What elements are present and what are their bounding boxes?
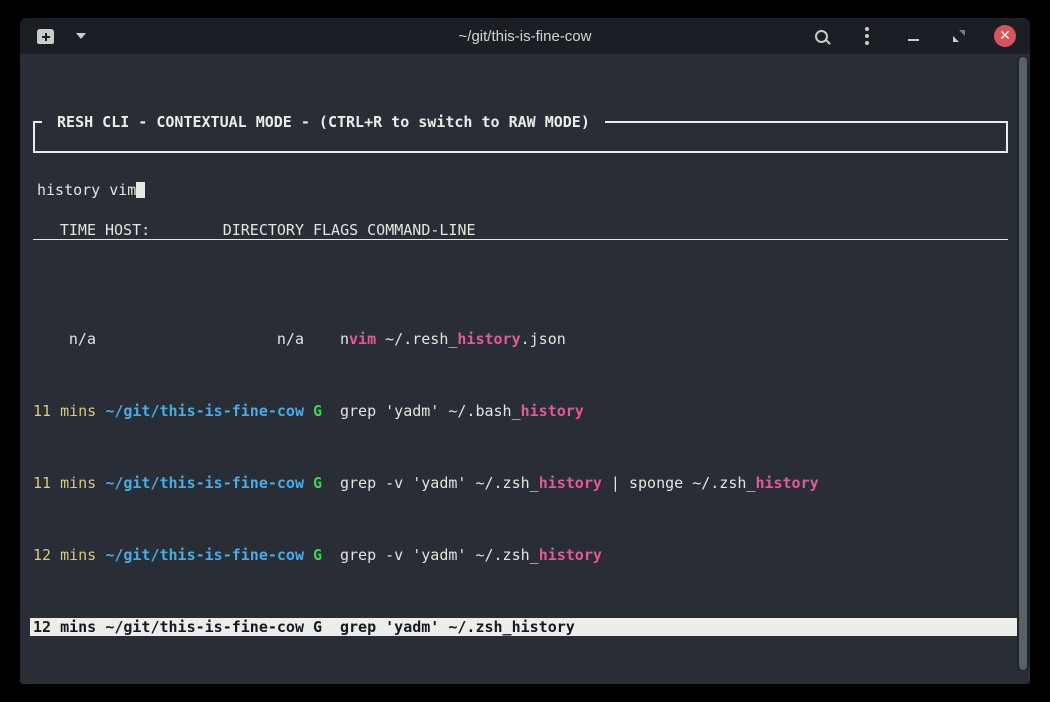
minimize-button[interactable] [902,25,924,47]
history-row[interactable]: 12 mins ~/git/this-is-fine-cow G grep -v… [33,546,1008,564]
history-list: n/a n/a nvim ~/.resh_history.json 11 min… [33,294,1008,684]
row-directory: ~/git/this-is-fine-cow [105,618,304,636]
row-directory: ~/git/this-is-fine-cow [105,402,304,420]
row-flags: G [313,474,322,492]
menu-button[interactable] [856,25,878,47]
history-row[interactable]: 11 mins ~/git/this-is-fine-cow G grep 'y… [33,402,1008,420]
row-directory: ~/git/this-is-fine-cow [105,474,304,492]
row-command: nvim ~/.resh_history.json [340,330,1008,348]
row-command: grep -v 'yadm' ~/.zsh_history [340,546,1008,564]
new-tab-button[interactable] [34,25,56,47]
scrollbar-track[interactable] [1017,56,1029,671]
search-input[interactable]: history vim [37,181,136,199]
history-row[interactable]: 11 mins ~/git/this-is-fine-cow G grep -v… [33,474,1008,492]
search-icon [815,30,828,43]
row-directory: n/a [105,330,304,348]
titlebar: ~/git/this-is-fine-cow ✕ [20,18,1030,54]
terminal-body: RESH CLI - CONTEXTUAL MODE - (CTRL+R to … [20,54,1030,684]
close-icon: ✕ [999,29,1011,43]
row-directory: ~/git/this-is-fine-cow [105,546,304,564]
new-tab-icon [37,29,54,44]
search-box-label: RESH CLI - CONTEXTUAL MODE - (CTRL+R to … [42,113,605,131]
terminal-window: ~/git/this-is-fine-cow ✕ RESH CLI - CONT… [20,18,1030,684]
restore-icon [953,30,965,42]
history-row[interactable]: 12 mins ~/git/this-is-fine-cow G grep 'y… [30,618,1018,636]
row-time: 11 mins [33,474,96,492]
row-command: grep -v 'yadm' ~/.zsh_history | sponge ~… [340,474,1008,492]
row-time: 11 mins [33,402,96,420]
kebab-menu-icon [865,27,869,45]
history-row[interactable]: n/a n/a nvim ~/.resh_history.json [33,330,1008,348]
close-button[interactable]: ✕ [994,25,1016,47]
text-cursor [136,182,145,198]
search-box[interactable]: RESH CLI - CONTEXTUAL MODE - (CTRL+R to … [33,121,1008,153]
row-time: 12 mins [33,618,96,636]
minimize-icon [908,39,919,41]
chevron-down-icon [76,33,86,39]
row-time: 12 mins [33,546,96,564]
row-flags: G [313,618,322,636]
search-button[interactable] [810,25,832,47]
scrollbar-thumb[interactable] [1019,57,1027,670]
row-command: grep 'yadm' ~/.zsh_history [340,618,1008,636]
restore-button[interactable] [948,25,970,47]
tab-list-button[interactable] [70,25,92,47]
row-command: grep 'yadm' ~/.bash_history [340,402,1008,420]
row-flags: G [313,402,322,420]
row-flags [313,330,322,348]
row-time: n/a [33,330,96,348]
row-flags: G [313,546,322,564]
